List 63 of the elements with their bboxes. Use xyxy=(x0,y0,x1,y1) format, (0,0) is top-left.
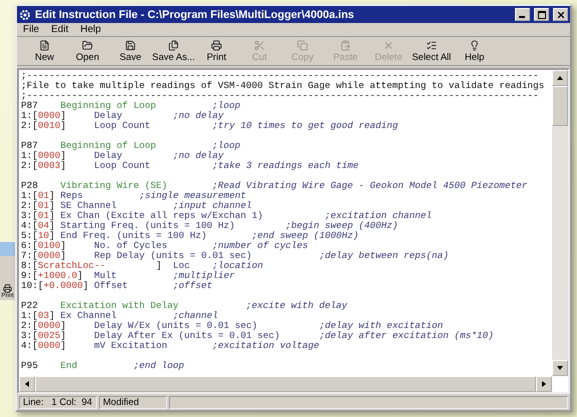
code-line: 1:[0000] Delay ;no delay xyxy=(21,111,225,121)
code-line: P87 Beginning of Loop ;loop xyxy=(21,101,242,111)
menu-item[interactable]: File xyxy=(23,24,40,35)
gear-icon xyxy=(19,8,31,20)
files-icon xyxy=(168,40,179,51)
printer-icon xyxy=(3,284,12,293)
folder-icon xyxy=(82,40,93,51)
toolbar-button[interactable]: Help xyxy=(453,39,496,64)
close-button[interactable] xyxy=(553,8,568,21)
printer-icon xyxy=(211,40,222,51)
code-line: 4:[0000] mV Excitation ;excitation voltage xyxy=(21,341,320,351)
scissors-icon xyxy=(254,40,265,51)
toolbar-button[interactable]: New xyxy=(23,39,66,64)
lightbulb-icon xyxy=(469,40,480,51)
minimize-button[interactable] xyxy=(515,8,530,21)
checklist-icon xyxy=(426,40,437,51)
toolbar-button[interactable]: Save As... xyxy=(152,39,195,64)
text-editor[interactable] xyxy=(17,68,570,394)
code-line: 2:[01] SE Channel ;input channel xyxy=(21,201,253,211)
code-line: P28 Vibrating Wire (SE) ;Read Vibrating Wire Gage - Geokon Model 4500 Piezometer xyxy=(21,181,528,191)
code-line: 3:[01] Ex Chan (Excite all reps w/Exchan 1) ;excitation channel xyxy=(21,211,433,221)
down-arrow-icon xyxy=(557,365,563,371)
code-line: 5:[10] End Freq. (units = 100 Hz) ;end sweep (1000Hz) xyxy=(21,231,360,241)
code-line: 9:[+1000.0] Mult ;multiplier xyxy=(21,271,236,281)
scroll-thumb[interactable] xyxy=(552,86,568,126)
code-line: 2:[0000] Delay W/Ex (units = 0.01 sec) ;delay with excitation xyxy=(21,321,444,331)
code-line: P95 End ;end loop xyxy=(21,361,186,371)
code-line: 2:[0003] Loop Count ;take 3 readings each time xyxy=(21,161,360,171)
code-line: ;------------------------------------------------------------------------------------------- xyxy=(21,91,540,101)
vertical-scrollbar[interactable] xyxy=(552,70,568,376)
copy-icon xyxy=(297,40,308,51)
code-line: 6:[0100] No. of Cycles ;number of cycles xyxy=(21,241,309,251)
toolbar-button[interactable]: Print xyxy=(195,39,238,64)
code-line: 7:[0000] Rep Delay (units = 0.01 sec) ;delay between reps(na) xyxy=(21,251,450,261)
up-arrow-icon xyxy=(557,75,563,81)
code-line: ;------------------------------------------------------------------------------------------- xyxy=(21,71,540,81)
code-line: 3:[0025] Delay After Ex (units = 0.01 sec) ;delay after excitation (ms*10) xyxy=(21,331,495,341)
clipboard-icon xyxy=(340,40,351,51)
code-line: 1:[01] Reps ;single measurement xyxy=(21,191,248,201)
code-line: ;File to take multiple readings of VSM-4000 Strain Gage while attempting to validate readings xyxy=(21,81,546,91)
right-arrow-icon xyxy=(541,381,547,387)
cursor-position: Line: 1 Col: 94 xyxy=(19,396,97,409)
modified-status: Modified xyxy=(99,396,167,409)
code-line: 2:[0010] Loop Count ;try 10 times to get good reading xyxy=(21,121,399,131)
left-arrow-icon xyxy=(24,381,30,387)
toolbar-button[interactable]: Save xyxy=(109,39,152,64)
toolbar-button[interactable]: Open xyxy=(66,39,109,64)
code-line: P87 Beginning of Loop ;loop xyxy=(21,141,242,151)
code-line: P22 Excitation with Delay ;excite with delay xyxy=(21,301,348,311)
code-line: 1:[0000] Delay ;no delay xyxy=(21,151,225,161)
code-line: 10:[+0.0000] Offset ;offset xyxy=(21,281,214,291)
close-icon xyxy=(556,10,566,20)
code-line: 8:[ScratchLoc-- ] Loc ;location xyxy=(21,261,264,271)
new-file-icon xyxy=(39,40,50,51)
window-title: Edit Instruction File - C:\Program Files\MultiLogger\4000a.ins xyxy=(35,8,356,20)
code-line: 1:[03] Ex Channel ;channel xyxy=(21,311,219,321)
menu-item[interactable]: Help xyxy=(80,24,101,35)
maximize-icon xyxy=(538,10,546,18)
x-icon xyxy=(383,40,394,51)
toolbar-button[interactable]: Select All xyxy=(410,39,453,64)
maximize-button[interactable] xyxy=(534,8,549,21)
menu-item[interactable]: Edit xyxy=(51,24,68,35)
code-line: 4:[04] Starting Freq. (units = 100 Hz) ;begin sweep (400Hz) xyxy=(21,221,399,231)
